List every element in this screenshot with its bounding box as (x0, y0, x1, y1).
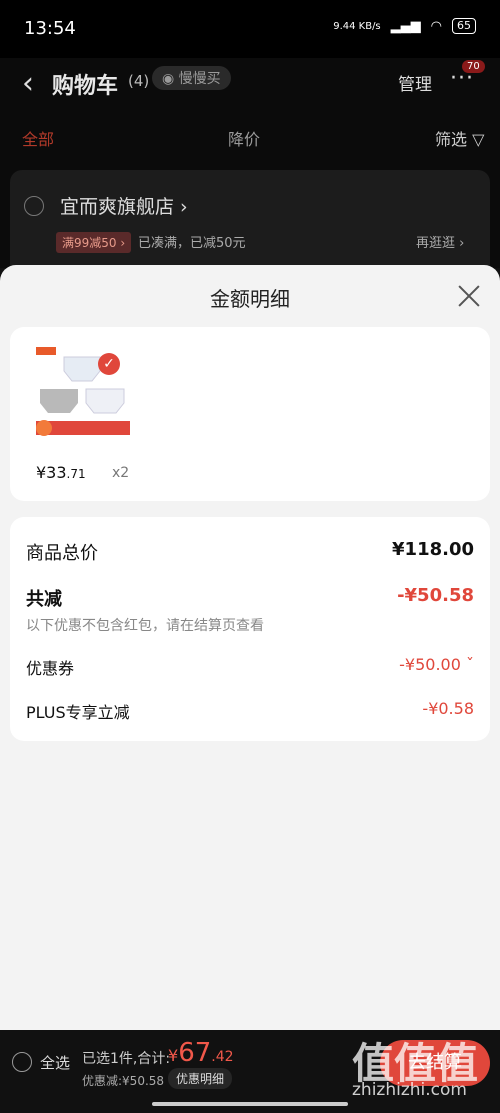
coupon-value[interactable]: -¥50.00 ˇ (399, 655, 474, 674)
page-title: 购物车 (52, 74, 119, 99)
battery-icon: 65 (452, 18, 476, 34)
discount-row: 共减 -¥50.58 (26, 585, 474, 613)
filter-icon: ▽ (472, 130, 485, 149)
discount-detail-button[interactable]: 优惠明细 (168, 1068, 233, 1089)
filter-label: 筛选 (435, 130, 468, 149)
total-value: ¥118.00 (392, 539, 474, 560)
manage-button[interactable]: 管理 (398, 70, 432, 95)
total-dec: .42 (211, 1049, 234, 1065)
discount-summary: 优惠减:¥50.58 (82, 1074, 165, 1088)
tab-filter[interactable]: 筛选 ▽ (435, 126, 484, 150)
tab-price-drop[interactable]: 降价 (228, 126, 260, 150)
home-indicator[interactable] (152, 1102, 348, 1106)
currency-symbol: ¥ (168, 1046, 179, 1065)
eye-icon: ◉ (162, 71, 179, 87)
select-all-label[interactable]: 全选 (40, 1052, 70, 1073)
store-select-radio[interactable] (24, 196, 44, 216)
promo-tag[interactable]: 满99减50 › (56, 232, 132, 253)
selected-count: 已选1件,合计: (82, 1051, 171, 1067)
price-summary-card: 商品总价 ¥118.00 共减 -¥50.58 以下优惠不包含红包，请在结算页查… (10, 517, 490, 741)
item-price-decimal: .71 (66, 467, 86, 481)
tab-all[interactable]: 全部 (22, 126, 54, 150)
select-all-radio[interactable] (12, 1052, 32, 1072)
plus-value: -¥0.58 (422, 699, 474, 718)
item-quantity: x2 (112, 465, 130, 481)
signal-icon: ▂▄▆ (390, 18, 421, 34)
status-time: 13:54 (24, 18, 76, 39)
slow-buy-label: 慢慢买 (178, 71, 221, 87)
watermark-url: zhizhizhi.com (352, 1080, 467, 1100)
selected-check-icon: ✓ (98, 353, 120, 375)
browse-more-link[interactable]: 再逛逛 › (416, 232, 464, 251)
item-price: ¥33.71 (36, 463, 86, 482)
promo-status: 已凑满，已减50元 (138, 236, 246, 251)
coupon-label: 优惠券 (26, 659, 75, 678)
amount-detail-sheet: 金额明细 ✓ ¥33.71 x2 商品总价 ¥118.00 共减 -¥50.58… (0, 265, 500, 1030)
cart-count: (4) (128, 72, 150, 90)
discount-value: -¥50.58 (397, 585, 474, 606)
item-price-main: ¥33 (36, 463, 67, 482)
discount-label: 共减 (26, 589, 62, 610)
plus-label: PLUS专享立减 (26, 703, 130, 722)
wifi-icon: ◠ (430, 18, 442, 34)
total-amount: ¥67.42 (168, 1038, 234, 1068)
item-card: ✓ ¥33.71 x2 (10, 327, 490, 501)
slow-buy-button[interactable]: ◉ 慢慢买 (152, 66, 231, 90)
store-name[interactable]: 宜而爽旗舰店 › (60, 192, 188, 219)
status-icons: 9.44 KB/s ▂▄▆ ◠ 65 (333, 18, 476, 34)
total-int: 67 (178, 1038, 212, 1068)
plus-row: PLUS专享立减 -¥0.58 (26, 699, 474, 727)
close-icon[interactable] (456, 283, 482, 309)
coupon-row[interactable]: 优惠券 -¥50.00 ˇ (26, 655, 474, 683)
status-bar: 13:54 9.44 KB/s ▂▄▆ ◠ 65 (0, 0, 500, 58)
message-badge: 70 (462, 60, 485, 73)
total-label: 商品总价 (26, 543, 98, 564)
back-icon[interactable]: ‹ (22, 66, 34, 101)
sheet-title: 金额明细 (210, 287, 290, 311)
cart-page-background: ‹ 购物车 (4) ◉ 慢慢买 管理 ··· 70 全部 降价 筛选 ▽ 宜而爽… (0, 58, 500, 290)
total-row: 商品总价 ¥118.00 (26, 539, 474, 567)
discount-note: 以下优惠不包含红包，请在结算页查看 (26, 618, 264, 634)
network-speed: 9.44 KB/s (333, 20, 381, 32)
